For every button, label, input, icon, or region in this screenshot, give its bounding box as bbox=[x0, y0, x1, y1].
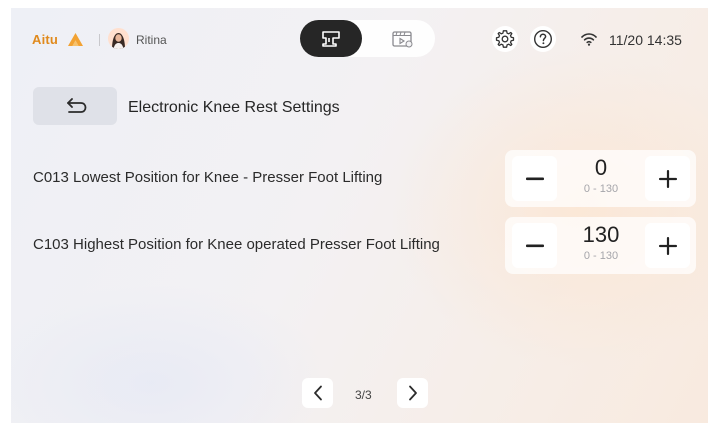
lowest-position-stepper: 0 0 - 130 bbox=[505, 150, 696, 207]
stepper-range: 0 - 130 bbox=[583, 183, 619, 195]
stepper-range: 0 - 130 bbox=[583, 250, 619, 262]
setting-label-highest-position: C103 Highest Position for Knee operated … bbox=[33, 236, 440, 253]
minus-icon bbox=[525, 244, 544, 247]
brand-logo-icon bbox=[68, 33, 83, 46]
next-page-button[interactable] bbox=[397, 378, 428, 408]
previous-page-button[interactable] bbox=[302, 378, 333, 408]
top-bar: Aitu Ritina 11/20 14:35 bbox=[11, 8, 708, 70]
app-screen: Aitu Ritina 11/20 14:35 Electronic Knee … bbox=[11, 8, 708, 423]
video-tutorial-icon bbox=[392, 30, 413, 47]
avatar-portrait-icon bbox=[108, 28, 129, 49]
wifi-icon bbox=[581, 33, 597, 46]
user-name[interactable]: Ritina bbox=[136, 33, 167, 47]
user-avatar[interactable] bbox=[108, 28, 129, 49]
chevron-right-icon bbox=[408, 385, 417, 401]
chevron-left-icon bbox=[313, 385, 322, 401]
brand-name: Aitu bbox=[32, 32, 59, 47]
increment-button[interactable] bbox=[645, 156, 690, 201]
sewing-machine-icon bbox=[322, 30, 340, 47]
highest-position-stepper: 130 0 - 130 bbox=[505, 217, 696, 274]
decrement-button[interactable] bbox=[512, 223, 557, 268]
stepper-value[interactable]: 0 bbox=[557, 155, 645, 181]
increment-button[interactable] bbox=[645, 223, 690, 268]
sewing-mode-button[interactable] bbox=[300, 20, 362, 57]
help-icon bbox=[533, 29, 553, 49]
back-arrow-icon bbox=[67, 98, 87, 113]
minus-icon bbox=[525, 177, 544, 180]
decrement-button[interactable] bbox=[512, 156, 557, 201]
stepper-value[interactable]: 130 bbox=[557, 222, 645, 248]
setting-label-lowest-position: C013 Lowest Position for Knee - Presser … bbox=[33, 169, 383, 186]
back-button[interactable] bbox=[33, 87, 117, 125]
plus-icon bbox=[658, 236, 677, 255]
page-title: Electronic Knee Rest Settings bbox=[128, 99, 340, 116]
mode-switch bbox=[300, 20, 435, 57]
page-indicator: 3/3 bbox=[355, 388, 372, 402]
clock: 11/20 14:35 bbox=[609, 32, 682, 48]
header-divider bbox=[99, 34, 100, 46]
video-mode-button[interactable] bbox=[372, 20, 434, 57]
settings-button[interactable] bbox=[492, 26, 518, 52]
plus-icon bbox=[658, 169, 677, 188]
gear-icon bbox=[495, 30, 515, 48]
help-button[interactable] bbox=[530, 26, 556, 52]
